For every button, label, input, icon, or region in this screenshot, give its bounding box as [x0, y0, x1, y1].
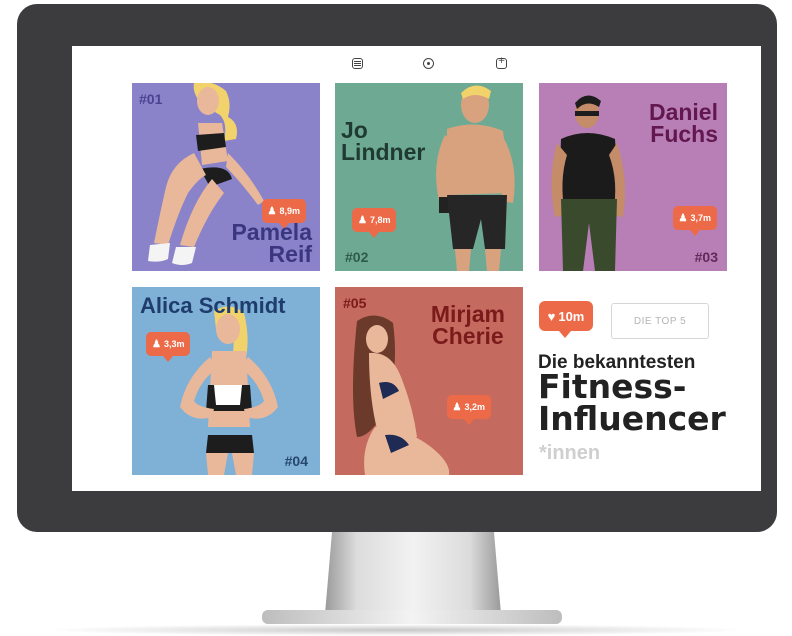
follower-count: 3,2m	[464, 402, 485, 412]
follower-count: 3,7m	[690, 213, 711, 223]
follower-count: 8,9m	[279, 206, 300, 216]
person-icon: ♟	[678, 212, 688, 224]
rank-label: #05	[343, 295, 367, 311]
follower-badge: ♟ 3,2m	[446, 395, 491, 425]
likes-badge: ♥ 10m	[539, 301, 593, 338]
person-icon: ♟	[267, 205, 277, 217]
person-icon: ♟	[452, 401, 462, 413]
monitor-bezel: #01 ♟ 8,9m Pamela Reif	[17, 4, 777, 532]
influencer-card-3[interactable]: Daniel Fuchs ♟ 3,7m #03	[539, 83, 727, 271]
headline-main: Fitness- Influencer	[538, 370, 726, 438]
add-icon[interactable]	[496, 56, 507, 69]
monitor-shadow	[40, 624, 752, 636]
rank-label: #01	[139, 91, 163, 107]
name-line-2: Lindner	[341, 139, 426, 165]
influencer-name: Jo Lindner	[341, 119, 426, 165]
screen: #01 ♟ 8,9m Pamela Reif	[72, 46, 761, 491]
follower-count: 3,3m	[163, 339, 185, 349]
monitor-stand-foot	[262, 610, 562, 624]
monitor-stand-neck	[325, 532, 501, 614]
likes-count: 10m	[558, 308, 585, 324]
follower-badge: ♟ 3,7m	[672, 206, 717, 236]
influencer-card-1[interactable]: #01 ♟ 8,9m Pamela Reif	[132, 83, 320, 271]
person-icon: ♟	[152, 338, 161, 350]
jo-lindner-illustration	[436, 85, 515, 271]
influencer-card-5[interactable]: #05 Mirjam Cherie ♟ 3,2m	[335, 287, 523, 475]
influencer-card-4[interactable]: Alica Schmidt ♟ 3,3m #04	[132, 287, 320, 475]
influencer-name: Mirjam Cherie	[431, 303, 505, 349]
influencer-name: Pamela Reif	[231, 221, 312, 267]
rank-label: #03	[694, 249, 718, 265]
influencer-name: Alica Schmidt	[140, 293, 286, 318]
influencer-card-2[interactable]: Jo Lindner ♟ 7,8m #02	[335, 83, 523, 271]
name-line-2: Fuchs	[650, 121, 718, 147]
list-icon[interactable]	[352, 58, 363, 69]
follower-count: 7,8m	[369, 215, 391, 225]
headline-suffix: *innen	[539, 442, 601, 464]
rank-label: #02	[345, 249, 369, 265]
name-line-2: Cherie	[432, 323, 504, 349]
headline-line-2: Influencer	[538, 399, 726, 438]
person-icon: ♟	[358, 214, 367, 226]
top5-button[interactable]: DIE TOP 5	[611, 303, 709, 339]
download-icon[interactable]	[423, 58, 434, 69]
follower-badge: ♟ 7,8m	[352, 208, 397, 238]
influencer-name: Daniel Fuchs	[649, 101, 718, 147]
name-line-2: Reif	[268, 241, 312, 267]
follower-badge: ♟ 3,3m	[146, 332, 191, 362]
rank-label: #04	[284, 453, 308, 469]
heart-icon: ♥	[547, 308, 556, 324]
